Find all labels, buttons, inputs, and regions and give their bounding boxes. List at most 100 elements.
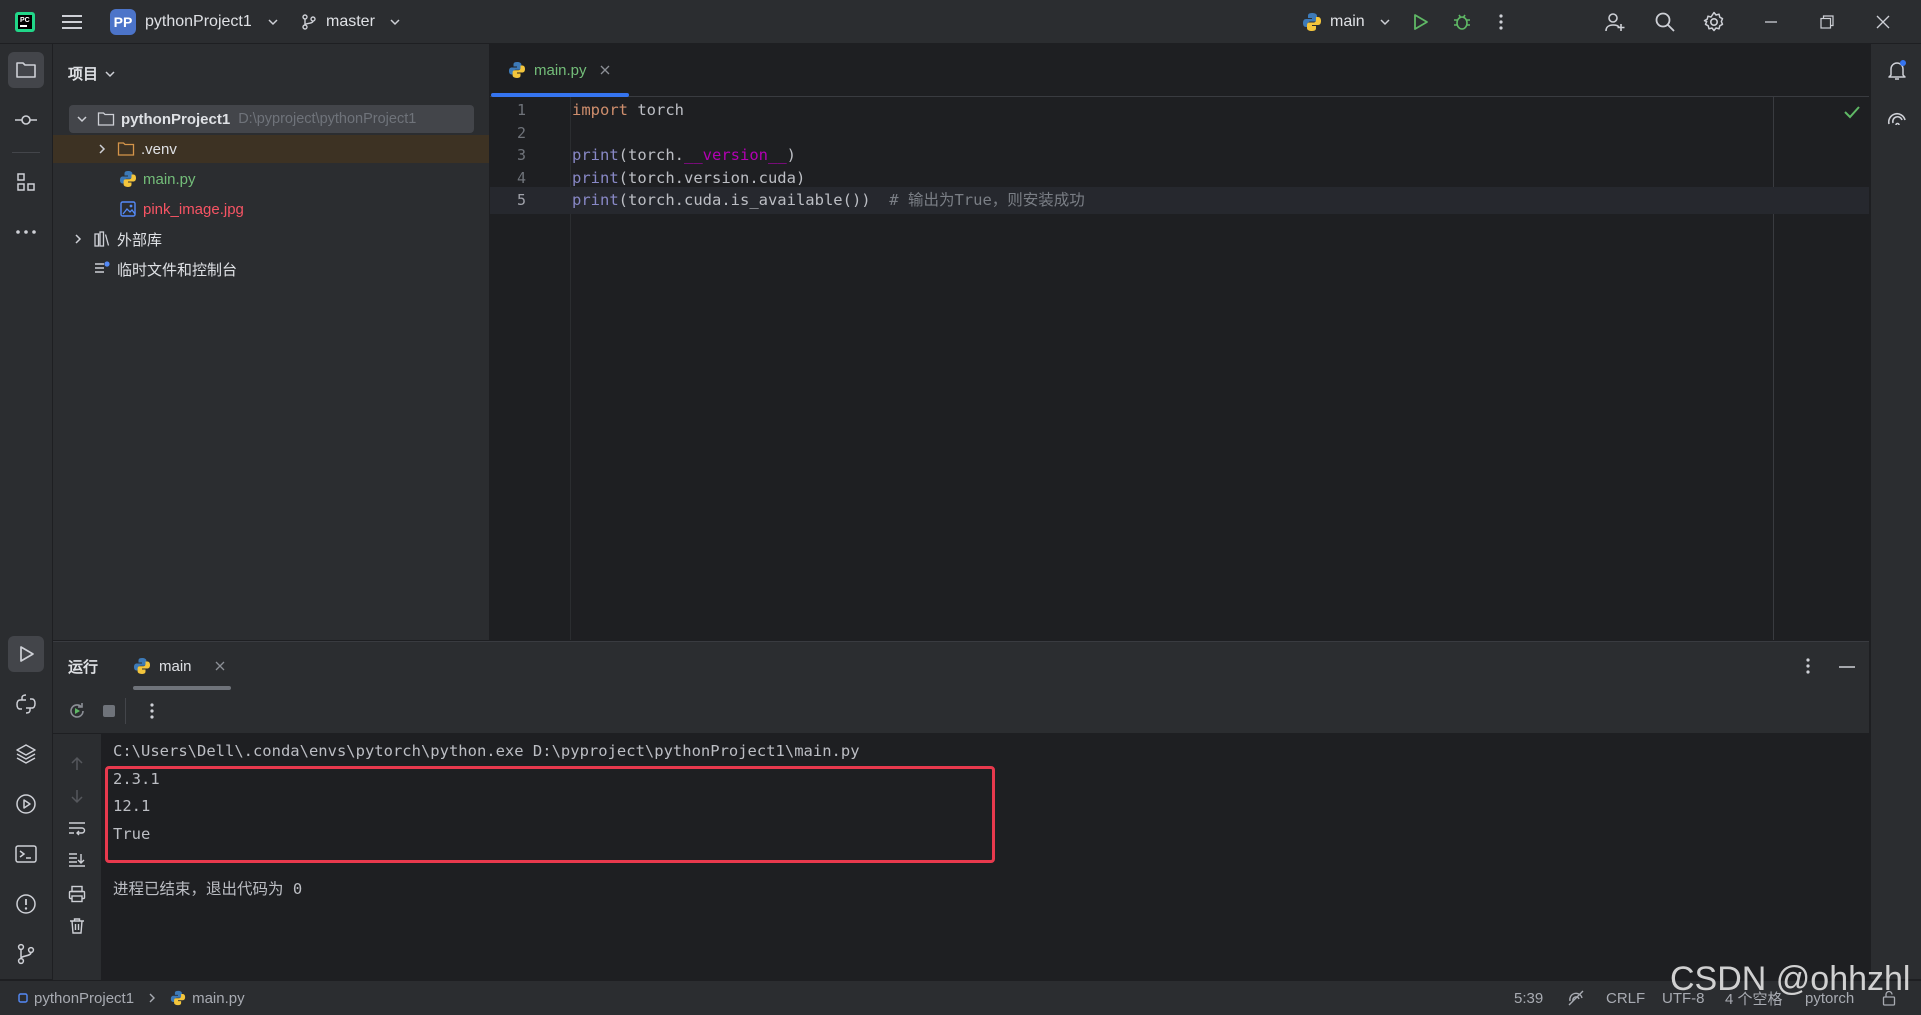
line-separator[interactable]: CRLF <box>1606 981 1645 1015</box>
tab-label: main.py <box>534 61 587 79</box>
editor-tab-bar: main.py <box>490 44 1869 97</box>
bell-icon <box>1888 60 1906 80</box>
run-panel-title: 运行 <box>68 658 99 676</box>
problems-button[interactable] <box>8 886 44 922</box>
branch-widget[interactable]: master <box>300 0 401 43</box>
tree-item-label: main.py <box>143 170 196 188</box>
tree-item-label: .venv <box>141 140 177 158</box>
title-bar: PC PP pythonProject1 master main <box>0 0 1921 44</box>
run-config-name: main <box>1330 12 1365 30</box>
run-more-button[interactable] <box>149 702 155 720</box>
chevron-down-icon <box>268 18 278 25</box>
scroll-up-button[interactable] <box>65 752 89 776</box>
branch-name: master <box>326 12 375 30</box>
run-panel-header: 运行 main <box>53 642 1869 690</box>
ai-assistant-button[interactable] <box>1879 102 1915 138</box>
image-file-icon <box>120 201 136 217</box>
print-button[interactable] <box>65 882 89 906</box>
code-text: ) <box>786 146 796 164</box>
tree-item-venv[interactable]: .venv <box>53 135 489 163</box>
run-icon <box>20 646 34 662</box>
tree-item-external-libraries[interactable]: 外部库 <box>53 225 489 253</box>
commit-icon <box>15 115 37 125</box>
main-menu-icon[interactable] <box>62 0 82 43</box>
more-actions-button[interactable] <box>1498 0 1504 43</box>
wrap-icon <box>69 822 86 836</box>
project-widget[interactable]: PP pythonProject1 <box>110 0 279 43</box>
code-line-current: 5 print(torch.cuda.is_available()) # 输出为… <box>490 187 1869 214</box>
python-file-icon <box>120 171 136 187</box>
python-icon <box>134 658 150 674</box>
code-text: (torch. <box>618 146 684 164</box>
scroll-down-button[interactable] <box>65 784 89 808</box>
code-comment: # 输出为True，则安装成功 <box>870 191 1085 209</box>
caret-position[interactable]: 5:39 <box>1514 981 1543 1015</box>
search-button[interactable] <box>1654 0 1676 43</box>
structure-tool-button[interactable] <box>8 164 44 200</box>
run-tab-main[interactable]: main <box>133 642 226 690</box>
git-branch-icon <box>17 943 35 965</box>
close-window-button[interactable] <box>1876 0 1890 43</box>
tree-root-project[interactable]: pythonProject1 D:\pyproject\pythonProjec… <box>69 105 474 133</box>
code-function: print <box>572 191 619 209</box>
console-line: 进程已结束，退出代码为 0 <box>113 879 303 898</box>
code-with-me-button[interactable] <box>1604 0 1626 43</box>
scratches-icon <box>95 261 110 273</box>
ai-disabled-icon <box>1568 990 1584 1006</box>
git-tool-button[interactable] <box>8 936 44 972</box>
trash-icon <box>70 918 84 934</box>
minimize-button[interactable] <box>1764 0 1778 43</box>
printer-icon <box>68 885 86 903</box>
code-magic-attr: __version__ <box>684 146 787 164</box>
tree-item-pink-image[interactable]: pink_image.jpg <box>53 195 489 223</box>
debug-button[interactable] <box>1452 0 1472 43</box>
services-button[interactable] <box>8 786 44 822</box>
close-tab-icon[interactable] <box>214 660 226 672</box>
tab-main-py[interactable]: main.py <box>490 44 629 97</box>
breadcrumb-file[interactable]: main.py <box>192 990 245 1007</box>
project-panel-header[interactable]: 项目 <box>68 63 116 84</box>
scroll-end-icon <box>69 853 85 867</box>
code-editor[interactable]: 1 import torch 2 3 print(torch.__version… <box>490 97 1869 640</box>
stop-button[interactable] <box>102 704 116 718</box>
line-number: 5 <box>516 191 526 209</box>
chevron-down-icon <box>390 18 400 25</box>
ai-status-button[interactable] <box>1567 981 1585 1015</box>
hide-panel-button[interactable] <box>1839 665 1855 669</box>
commit-tool-button[interactable] <box>8 102 44 138</box>
strip-divider <box>12 152 40 153</box>
csdn-watermark: CSDN @ohhzhl <box>1670 960 1911 998</box>
restore-button[interactable] <box>1820 0 1834 43</box>
project-panel-title: 项目 <box>68 66 99 83</box>
svg-text:PC: PC <box>20 17 30 24</box>
rerun-button[interactable] <box>67 701 87 721</box>
breadcrumb-project[interactable]: pythonProject1 <box>34 990 134 1007</box>
library-icon <box>94 231 110 247</box>
more-tools-button[interactable] <box>8 214 44 250</box>
tree-root-path: D:\pyproject\pythonProject1 <box>238 111 417 127</box>
run-button[interactable] <box>1410 0 1430 43</box>
notifications-button[interactable] <box>1879 52 1915 88</box>
tree-item-scratches[interactable]: 临时文件和控制台 <box>53 255 489 283</box>
run-tool-button[interactable] <box>8 636 44 672</box>
python-packages-button[interactable] <box>8 736 44 772</box>
python-file-icon <box>170 990 186 1006</box>
scroll-to-end-button[interactable] <box>65 848 89 872</box>
chevron-right-icon <box>99 144 106 154</box>
bug-icon <box>1454 14 1470 30</box>
clear-console-button[interactable] <box>65 914 89 938</box>
tree-item-main-py[interactable]: main.py <box>53 165 489 193</box>
close-icon <box>1876 15 1890 28</box>
close-tab-icon[interactable] <box>599 64 611 76</box>
run-config-selector[interactable]: main <box>1302 0 1391 43</box>
run-toolbar <box>53 690 1869 734</box>
run-panel-options-button[interactable] <box>1805 657 1811 675</box>
project-square-icon <box>18 993 28 1003</box>
arrow-down-icon <box>71 790 83 804</box>
terminal-button[interactable] <box>8 836 44 872</box>
project-tool-button[interactable] <box>8 52 44 88</box>
soft-wrap-button[interactable] <box>65 816 89 840</box>
python-console-button[interactable] <box>8 686 44 722</box>
run-panel: 运行 main C:\Users\Dell\.conda\envs\pytorc… <box>53 641 1869 980</box>
settings-button[interactable] <box>1703 0 1725 43</box>
